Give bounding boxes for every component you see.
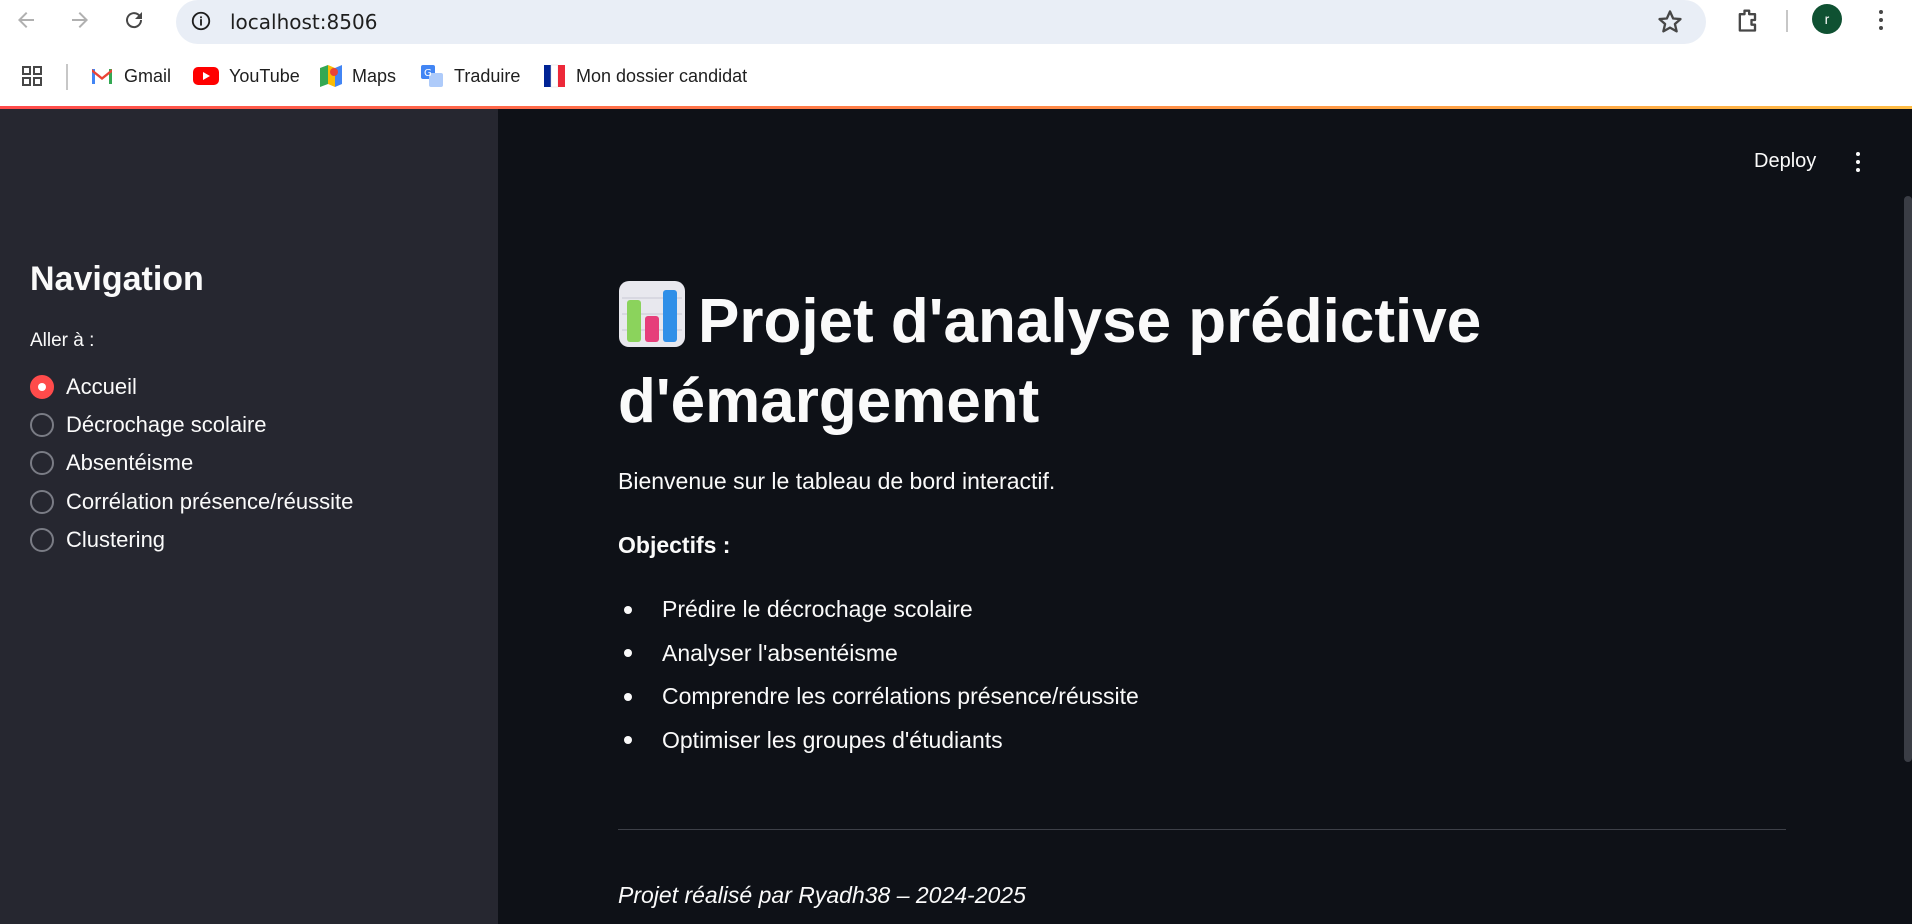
radio-label: Décrochage scolaire [66, 412, 267, 437]
dot-icon [1856, 160, 1860, 164]
objective-item: Prédire le décrochage scolaire [618, 588, 1139, 632]
url-text[interactable]: localhost:8506 [230, 10, 377, 34]
page-title: Projet d'analyse prédictive d'émargement [618, 280, 1618, 442]
translate-icon: G [421, 65, 443, 87]
radio-option-decrochage[interactable]: Décrochage scolaire [30, 410, 267, 440]
radio-selected-icon[interactable] [30, 375, 54, 399]
apps-button[interactable] [20, 62, 44, 90]
arrow-right-icon [72, 12, 88, 28]
bar-chart-icon [619, 281, 685, 347]
bookmark-label: Gmail [124, 65, 172, 86]
main-content [498, 109, 1912, 924]
scrollbar[interactable] [1904, 196, 1912, 762]
arrow-left-icon [18, 12, 34, 28]
footer-credit: Projet réalisé par Ryadh38 – 2024-2025 [618, 882, 1026, 908]
browser-menu-button[interactable] [1868, 6, 1894, 34]
radio-unselected-icon[interactable] [30, 528, 54, 552]
radio-label: Clustering [66, 527, 166, 552]
page-title-text: Projet d'analyse prédictive d'émargement [618, 287, 1482, 436]
radio-option-clustering[interactable]: Clustering [30, 525, 165, 555]
bookmark-label: Mon dossier candidat [576, 65, 748, 86]
forward-button[interactable] [66, 6, 94, 34]
objectives-list: Prédire le décrochage scolaire Analyser … [618, 588, 1139, 762]
bookmark-gmail[interactable]: Gmail [90, 62, 171, 90]
radio-label: Accueil [66, 374, 137, 399]
bookmark-maps[interactable]: Maps [320, 62, 396, 90]
dot-icon [1879, 26, 1883, 30]
bookmark-star-icon[interactable] [1656, 8, 1684, 36]
radio-label: Corrélation présence/réussite [66, 489, 354, 514]
bookmark-dossier-candidat[interactable]: Mon dossier candidat [542, 62, 747, 90]
toolbar-divider [1786, 10, 1788, 32]
back-button[interactable] [12, 6, 40, 34]
welcome-text: Bienvenue sur le tableau de bord interac… [618, 468, 1056, 494]
extensions-icon[interactable] [1734, 6, 1762, 34]
bookmark-divider [66, 64, 68, 90]
radio-label: Absentéisme [66, 450, 194, 475]
objective-item: Optimiser les groupes d'étudiants [618, 719, 1139, 763]
objective-item: Analyser l'absentéisme [618, 632, 1139, 676]
radio-option-absenteisme[interactable]: Absentéisme [30, 448, 193, 478]
page-title-block: Projet d'analyse prédictive d'émargement [618, 280, 1618, 442]
sidebar-title: Navigation [30, 260, 204, 298]
bookmarks-bar: Gmail YouTube Maps G Traduire Mon dossie… [0, 56, 1912, 96]
radio-option-accueil[interactable]: Accueil [30, 372, 137, 402]
maps-icon [320, 65, 342, 87]
bookmark-label: Traduire [454, 65, 521, 86]
radio-unselected-icon[interactable] [30, 413, 54, 437]
dot-icon [1879, 10, 1883, 14]
bookmark-youtube[interactable]: YouTube [193, 62, 300, 90]
dot-icon [1856, 168, 1860, 172]
profile-avatar[interactable]: r [1812, 4, 1842, 34]
youtube-icon [193, 67, 219, 85]
app-menu-button[interactable] [1848, 150, 1868, 174]
svg-text:G: G [424, 68, 432, 79]
radio-group-label: Aller à : [30, 330, 95, 351]
bookmark-traduire[interactable]: G Traduire [420, 62, 520, 90]
radio-option-correlation[interactable]: Corrélation présence/réussite [30, 487, 353, 517]
bookmark-label: Maps [352, 65, 397, 86]
dot-icon [1856, 152, 1860, 156]
divider [618, 829, 1786, 830]
apps-grid-icon [22, 66, 42, 86]
reload-icon [126, 12, 143, 29]
deploy-button[interactable]: Deploy [1754, 150, 1816, 173]
objectives-label: Objectifs : [618, 532, 731, 558]
radio-unselected-icon[interactable] [30, 490, 54, 514]
objective-item: Comprendre les corrélations présence/réu… [618, 675, 1139, 719]
dot-icon [1879, 18, 1883, 22]
address-bar[interactable]: localhost:8506 [176, 0, 1706, 44]
info-icon[interactable] [190, 10, 212, 32]
french-flag-icon [544, 64, 565, 88]
reload-button[interactable] [120, 6, 148, 34]
browser-toolbar: localhost:8506 r [0, 0, 1912, 44]
radio-unselected-icon[interactable] [30, 451, 54, 475]
bookmark-label: YouTube [229, 65, 300, 86]
gmail-icon [92, 69, 112, 84]
